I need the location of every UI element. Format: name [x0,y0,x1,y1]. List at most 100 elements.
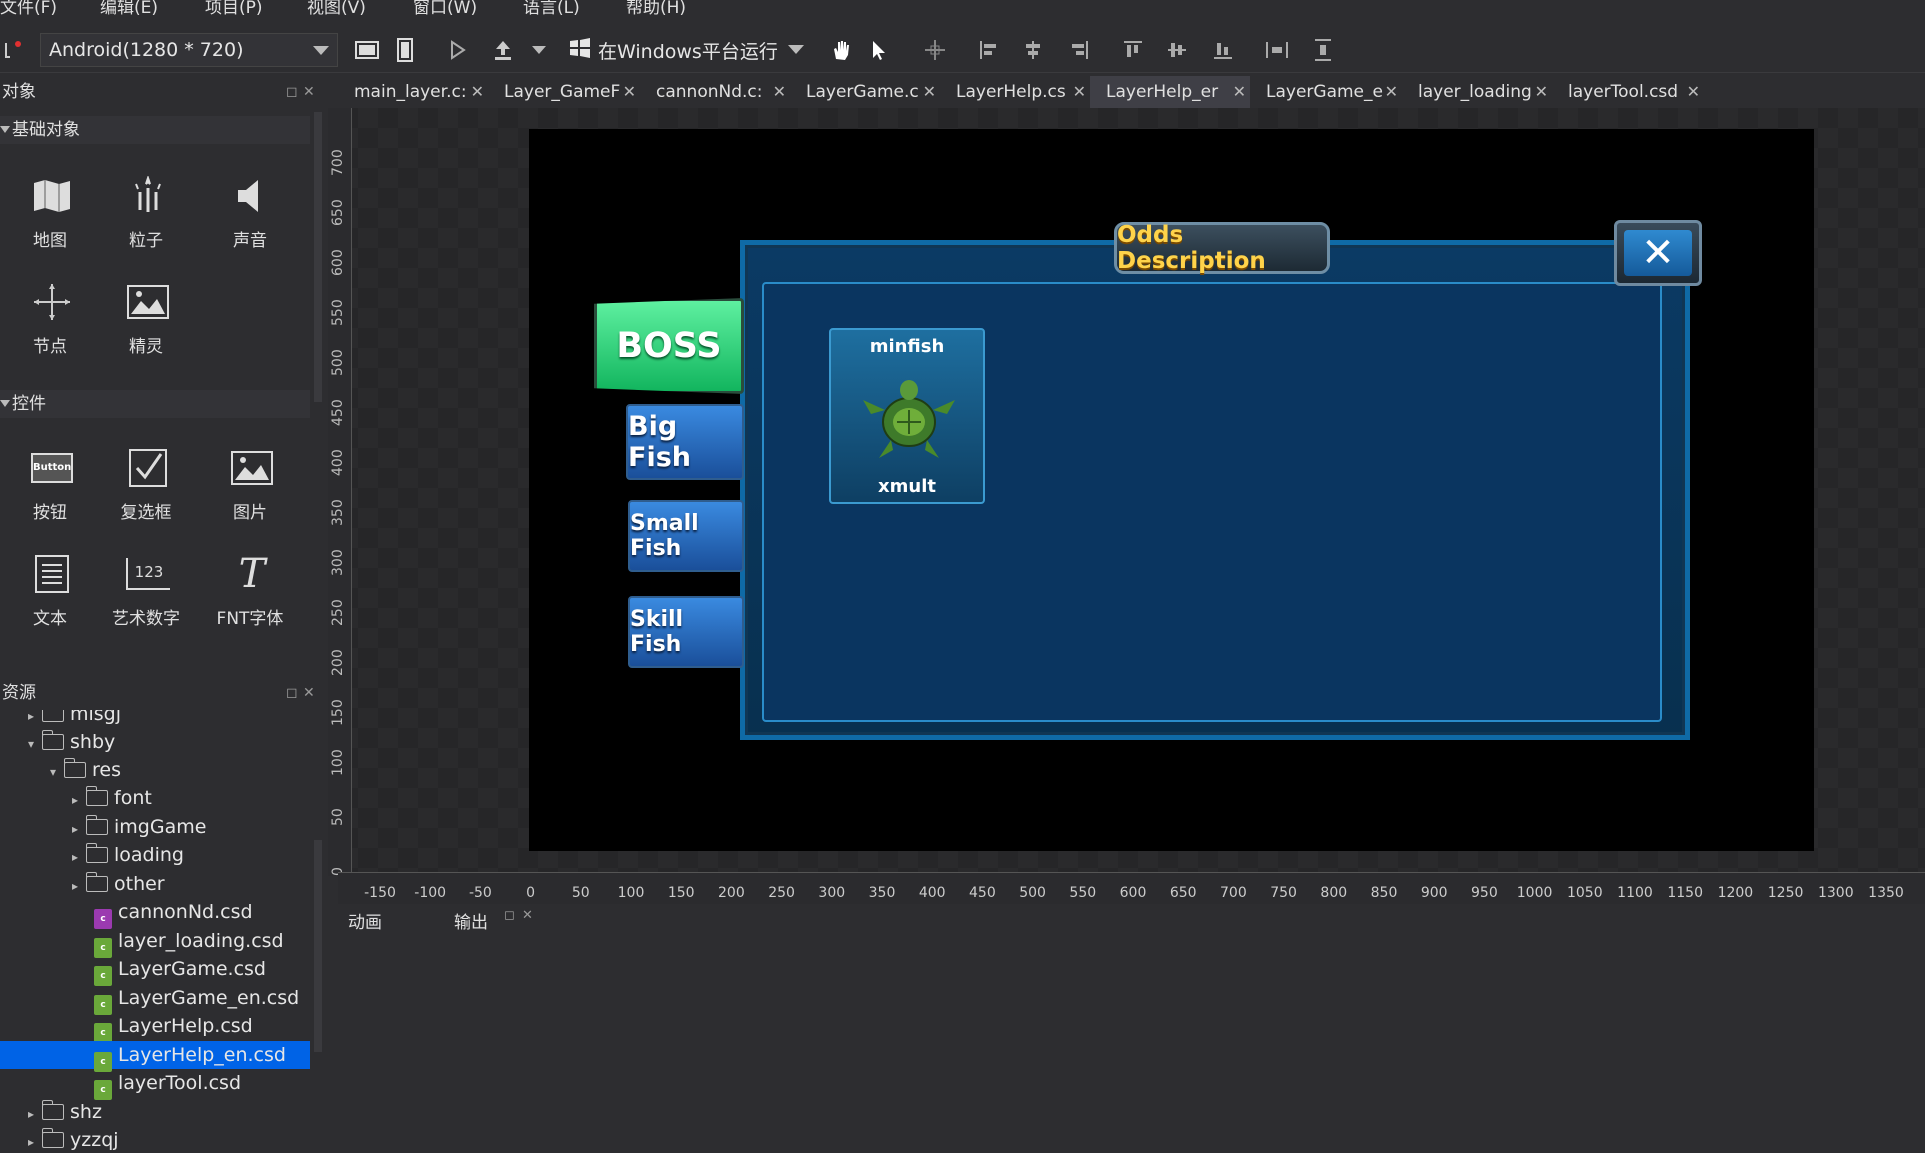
big-fish-tab-button[interactable]: Big Fish [626,404,744,480]
objects-scrollbar[interactable] [314,112,322,402]
tree-folder[interactable]: ▾ shby [28,728,115,756]
section-controls[interactable]: 控件 [0,390,310,418]
tree-folder[interactable]: ▸ shz [28,1098,102,1126]
tab-layer-loading[interactable]: layer_loading ✕ [1402,76,1552,108]
play-icon[interactable] [445,37,471,63]
vertical-ruler-tick: 50 [330,808,346,826]
tab-cannonnd[interactable]: cannonNd.c: ✕ [640,76,790,108]
control-atlas-label[interactable]: 123 艺术数字 [96,546,196,646]
landscape-icon[interactable] [354,37,380,63]
restore-icon[interactable]: ◻ [286,77,298,107]
menu-project[interactable]: 项目(P) [205,0,263,18]
tree-folder[interactable]: ▸ misgj [28,710,121,728]
tree-file[interactable]: c cannonNd.csd [94,898,253,929]
device-resolution-select[interactable]: Android(1280 * 720) [40,33,338,67]
restore-icon[interactable]: ◻ [504,908,515,923]
section-basic-objects[interactable]: 基础对象 [0,116,310,144]
vertical-ruler-tick: 350 [330,499,346,526]
move-icon[interactable] [922,37,948,63]
object-sprite[interactable]: 精灵 [96,274,196,374]
tree-file[interactable]: c layer_loading.csd [94,927,284,958]
object-map[interactable]: 地图 [0,168,100,268]
close-icon[interactable]: ✕ [303,678,315,708]
close-icon[interactable]: ✕ [1385,76,1398,108]
control-image[interactable]: 图片 [200,440,300,540]
tree-file[interactable]: c LayerGame_en.csd [94,984,299,1015]
resources-scrollbar[interactable] [314,840,322,1052]
hand-tool-icon[interactable] [828,37,854,63]
folder-icon [85,872,108,892]
object-node[interactable]: 节点 [0,274,100,374]
align-middle-v-icon[interactable] [1164,37,1190,63]
control-button[interactable]: Button 按钮 [0,440,100,540]
close-icon[interactable]: ✕ [1687,76,1700,108]
control-checkbox[interactable]: 复选框 [96,440,196,540]
menu-window[interactable]: 窗口(W) [413,0,477,18]
align-center-h-icon[interactable] [1020,37,1046,63]
tree-folder[interactable]: ▸ font [72,784,152,812]
distribute-v-icon[interactable] [1310,37,1336,63]
close-icon[interactable]: ✕ [1535,76,1548,108]
close-icon[interactable]: ✕ [623,76,636,108]
object-particle[interactable]: 粒子 [96,168,196,268]
tab-layerhelp[interactable]: LayerHelp.cs ✕ [940,76,1090,108]
tree-folder[interactable]: ▾ res [50,756,121,784]
tab-layer-gamef[interactable]: Layer_GameF ✕ [488,76,640,108]
menu-language[interactable]: 语言(L) [523,0,580,18]
tab-output[interactable]: 输出 [454,908,488,933]
tree-file-selected[interactable]: c LayerHelp_en.csd [0,1041,310,1072]
menu-help[interactable]: 帮助(H) [626,0,686,18]
tree-folder[interactable]: ▸ imgGame [72,813,206,841]
tree-folder[interactable]: ▸ other [72,870,165,898]
run-windows-button[interactable]: 在Windows平台运行 [568,33,808,67]
align-left-icon[interactable] [976,37,1002,63]
align-bottom-icon[interactable] [1210,37,1236,63]
restore-icon[interactable]: ◻ [286,678,298,708]
menu-edit[interactable]: 编辑(E) [100,0,158,18]
checkbox-icon [126,446,170,490]
align-top-icon[interactable] [1120,37,1146,63]
close-icon[interactable]: ✕ [303,77,315,107]
fish-card[interactable]: minfish xmult [829,328,985,504]
dialog-close-button[interactable]: ✕ [1614,220,1702,286]
tree-file[interactable]: c layerTool.csd [94,1069,241,1100]
tab-animation[interactable]: 动画 [348,908,382,933]
refresh-icon[interactable] [0,37,26,63]
tab-main-layer[interactable]: main_layer.c: ✕ [338,76,488,108]
close-icon[interactable]: ✕ [773,76,786,108]
close-icon[interactable]: ✕ [522,908,533,923]
tab-layertool[interactable]: layerTool.csd ✕ [1552,76,1704,108]
control-text[interactable]: 文本 [0,546,100,646]
portrait-icon[interactable] [392,37,418,63]
tree-folder[interactable]: ▸ yzzqj [28,1126,119,1153]
cocos-studio-window: 文件(F) 编辑(E) 项目(P) 视图(V) 窗口(W) 语言(L) 帮助(H… [0,0,1925,1153]
object-audio[interactable]: 声音 [200,168,300,268]
dialog-title: Odds Description [1114,222,1330,274]
publish-icon[interactable] [490,37,516,63]
chevron-down-icon [788,45,804,54]
select-tool-icon[interactable] [866,37,892,63]
tab-layergame[interactable]: LayerGame.c ✕ [790,76,940,108]
control-fnt-label-text: FNT字体 [216,609,284,629]
menu-view[interactable]: 视图(V) [307,0,366,18]
horizontal-ruler-tick: 800 [1320,885,1348,901]
boss-tab-button[interactable]: BOSS [594,298,744,394]
tree-file[interactable]: c LayerHelp.csd [94,1012,253,1043]
tree-folder[interactable]: ▸ loading [72,841,184,869]
align-right-icon[interactable] [1066,37,1092,63]
menu-file[interactable]: 文件(F) [0,0,57,18]
tab-layerhelp-en[interactable]: LayerHelp_er ✕ [1090,76,1250,108]
distribute-h-icon[interactable] [1264,37,1290,63]
object-particle-label: 粒子 [129,231,163,251]
small-fish-tab-button[interactable]: Small Fish [628,500,744,572]
control-fnt-label[interactable]: T FNT字体 [200,546,300,646]
vertical-ruler: 700 650 600 550 500 450 400 350 300 250 200 150 100 5… [328,108,352,876]
close-icon[interactable]: ✕ [923,76,936,108]
tree-file[interactable]: c LayerGame.csd [94,955,266,986]
chevron-down-icon[interactable] [526,37,552,63]
close-icon[interactable]: ✕ [1073,76,1086,108]
skill-fish-tab-button[interactable]: Skill Fish [628,596,744,668]
close-icon[interactable]: ✕ [471,76,484,108]
close-icon[interactable]: ✕ [1233,76,1246,108]
tab-layergame-en[interactable]: LayerGame_e ✕ [1250,76,1402,108]
